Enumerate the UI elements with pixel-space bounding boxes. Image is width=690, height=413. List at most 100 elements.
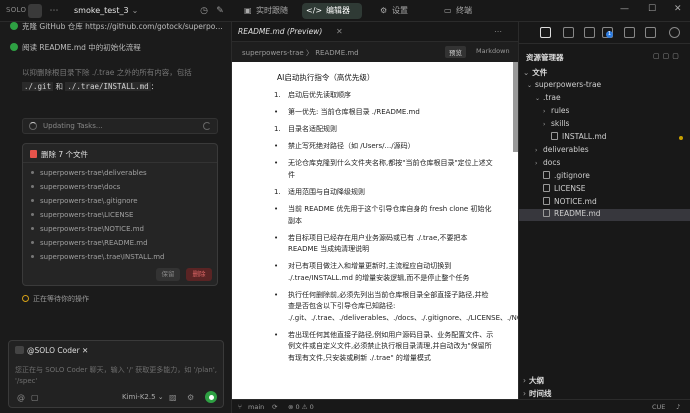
- list-item: superpowers-trae\deliverables: [31, 169, 147, 177]
- preview-button[interactable]: 预览: [445, 46, 466, 58]
- agent-selector[interactable]: @SOLO Coder ✕: [15, 346, 88, 355]
- list-item: • 第一优先: 当前仓库根目录 ./README.md: [274, 108, 420, 117]
- model-selector[interactable]: Kimi-K2.5 ⌄: [122, 393, 164, 401]
- sync-icon[interactable]: ⟳: [272, 403, 277, 411]
- tree-folder-deliverables[interactable]: › deliverables: [535, 145, 589, 154]
- code-icon: </>: [306, 6, 323, 15]
- tree-folder-skills[interactable]: › skills: [543, 119, 569, 128]
- minimize-icon[interactable]: —: [620, 4, 629, 14]
- account-icon[interactable]: [669, 27, 680, 38]
- tab-editor[interactable]: </> 编辑器: [302, 3, 362, 19]
- tab-terminal[interactable]: ▭ 终端: [440, 3, 480, 19]
- editor-tab-title[interactable]: README.md (Preview): [238, 27, 322, 36]
- search-icon[interactable]: [563, 27, 574, 38]
- more-icon[interactable]: ⋯: [494, 27, 502, 36]
- send-button[interactable]: [205, 391, 217, 403]
- file-list: superpowers-trae\deliverables superpower…: [23, 162, 217, 262]
- updating-tasks-bar: Updating Tasks...: [22, 118, 218, 134]
- tree-folder-superpowers-trae[interactable]: ⌄ superpowers-trae: [527, 80, 601, 89]
- layout-toggle-icon[interactable]: [28, 4, 42, 18]
- tree-file-gitignore[interactable]: .gitignore: [543, 171, 590, 180]
- branch-label[interactable]: main: [248, 403, 264, 411]
- files-section-header[interactable]: ⌄ 文件: [523, 67, 547, 78]
- list-item: 1. 启动后优先读取顺序: [274, 91, 351, 99]
- chat-panel: 克隆 GitHub 仓库 https://github.com/gotock/s…: [0, 22, 232, 413]
- image-icon[interactable]: ▨: [169, 393, 177, 402]
- run-icon[interactable]: [645, 27, 656, 38]
- file-icon: [543, 171, 550, 179]
- check-icon: [10, 43, 18, 51]
- task-step: 克隆 GitHub 仓库 https://github.com/gotock/s…: [10, 21, 225, 32]
- files-icon[interactable]: [540, 27, 551, 38]
- tree-folder-rules[interactable]: › rules: [543, 106, 569, 115]
- list-item: • 当前 README 优先用于这个引导仓库自身的 fresh clone 初始化…: [274, 205, 492, 225]
- list-item: 1. 目录名适配规则: [274, 125, 337, 134]
- file-icon: [551, 132, 558, 140]
- explorer-panel: 1 资源管理器 ▢▢▢ ⌄ 文件 ⌄ superpowers-trae ⌄ .trae…: [518, 22, 690, 399]
- spinner-icon: [29, 122, 37, 130]
- more-menu-icon[interactable]: ⋯: [48, 5, 60, 17]
- list-item: superpowers-trae\.trae\INSTALL.md: [31, 253, 164, 261]
- clock-icon: [22, 295, 29, 302]
- check-icon: [10, 22, 18, 30]
- book-icon[interactable]: [584, 27, 595, 38]
- list-item: superpowers-trae\LICENSE: [31, 211, 133, 219]
- tools-icon: ✕: [82, 346, 89, 355]
- delete-card-title: 删除 7 个文件: [30, 149, 88, 160]
- editor-area: README.md (Preview) ✕ ⋯ superpowers-trae…: [232, 22, 518, 399]
- encoding-label[interactable]: CUE: [652, 403, 665, 411]
- list-item: • 对已有项目做注入和增量更新时,主流程应自动切换到 ./.trae/INSTAL…: [274, 262, 470, 282]
- maximize-icon[interactable]: ☐: [648, 4, 656, 14]
- list-item: superpowers-trae\README.md: [31, 239, 148, 247]
- list-item: superpowers-trae\docs: [31, 183, 120, 191]
- task-step: 阅读 README.md 中的初始化流程: [10, 42, 225, 53]
- list-item: • 无论仓库克隆到什么文件夹名称,都按"当前仓库根目录"定位上述文件: [274, 159, 493, 179]
- project-selector[interactable]: smoke_test_3 ⌄: [74, 6, 138, 15]
- close-tab-icon[interactable]: ✕: [336, 27, 343, 36]
- preview-heading: AI启动执行指令（高优先级）: [277, 73, 375, 82]
- attach-icon[interactable]: ▢: [31, 393, 39, 402]
- explorer-actions[interactable]: ▢▢▢: [653, 52, 682, 60]
- outline-section-header[interactable]: › 大纲: [523, 375, 544, 386]
- tree-file-license[interactable]: LICENSE: [543, 184, 585, 193]
- bell-icon[interactable]: ♪: [676, 403, 680, 411]
- list-item: • 若目标项目已经存在用户业务源码或已有 ./.trae,不要把本 README …: [274, 233, 468, 254]
- settings-icon[interactable]: ⚙: [187, 393, 194, 402]
- markdown-preview: AI启动执行指令（高优先级） 1. 启动后优先读取顺序 • 第一优先: 当前仓库根目…: [232, 62, 518, 399]
- explorer-title: 资源管理器: [526, 53, 564, 62]
- gear-icon: ⚙: [380, 6, 388, 15]
- branch-icon: ⑂: [238, 403, 242, 411]
- delete-button[interactable]: 删除: [186, 268, 212, 281]
- problems-icon[interactable]: ⊗ 0 ⚠ 0: [288, 403, 314, 411]
- status-bar: ⑂ main ⟳ ⊗ 0 ⚠ 0 CUE ♪: [232, 399, 690, 413]
- breadcrumb[interactable]: superpowers-trae 〉 README.md: [242, 48, 359, 58]
- tab-settings[interactable]: ⚙ 设置: [376, 3, 416, 19]
- project-name: smoke_test_3: [74, 6, 129, 15]
- markdown-button[interactable]: Markdown: [476, 47, 510, 55]
- list-item: 1. 适用范围与自动降级规则: [274, 187, 365, 196]
- tree-file-readme[interactable]: README.md: [519, 209, 690, 221]
- history-icon[interactable]: ◷: [198, 5, 210, 17]
- instruction-list: 1. 启动后优先读取顺序 • 第一优先: 当前仓库根目录 ./README.md 1…: [274, 90, 518, 370]
- extensions-icon[interactable]: [624, 27, 635, 38]
- chat-message-line: ./.git 和 ./.trae/INSTALL.md：: [22, 82, 159, 91]
- new-chat-icon[interactable]: ✎: [214, 5, 226, 17]
- agent-icon: [15, 346, 24, 354]
- tree-file-notice[interactable]: NOTICE.md: [543, 197, 597, 206]
- tab-live-follow[interactable]: ▣ 实时跟随: [240, 3, 290, 19]
- chat-input-box[interactable]: @SOLO Coder ✕ 您正在与 SOLO Coder 聊天，输入 '/' …: [8, 340, 224, 408]
- change-count-badge: 1: [606, 31, 613, 38]
- editor-tab-bar: README.md (Preview) ✕ ⋯: [232, 22, 518, 42]
- chat-input-placeholder[interactable]: 您正在与 SOLO Coder 聊天，输入 '/' 获取更多能力，如 '/pla…: [15, 365, 219, 387]
- loading-icon: [203, 122, 211, 130]
- keep-button[interactable]: 保留: [156, 268, 180, 281]
- mention-icon[interactable]: @: [17, 393, 25, 402]
- timeline-section-header[interactable]: › 时间线: [523, 388, 552, 399]
- file-icon: [543, 197, 550, 205]
- tree-folder-docs[interactable]: › docs: [535, 158, 560, 167]
- close-icon[interactable]: ✕: [674, 4, 682, 14]
- tree-folder-trae[interactable]: ⌄ .trae: [535, 93, 561, 102]
- chevron-down-icon: ⌄: [131, 6, 139, 15]
- title-bar: SOLO ⋯ smoke_test_3 ⌄ ◷ ✎ ▣ 实时跟随 </> 编辑器 ⚙ 设…: [0, 0, 690, 22]
- tree-file-install[interactable]: INSTALL.md: [551, 132, 607, 141]
